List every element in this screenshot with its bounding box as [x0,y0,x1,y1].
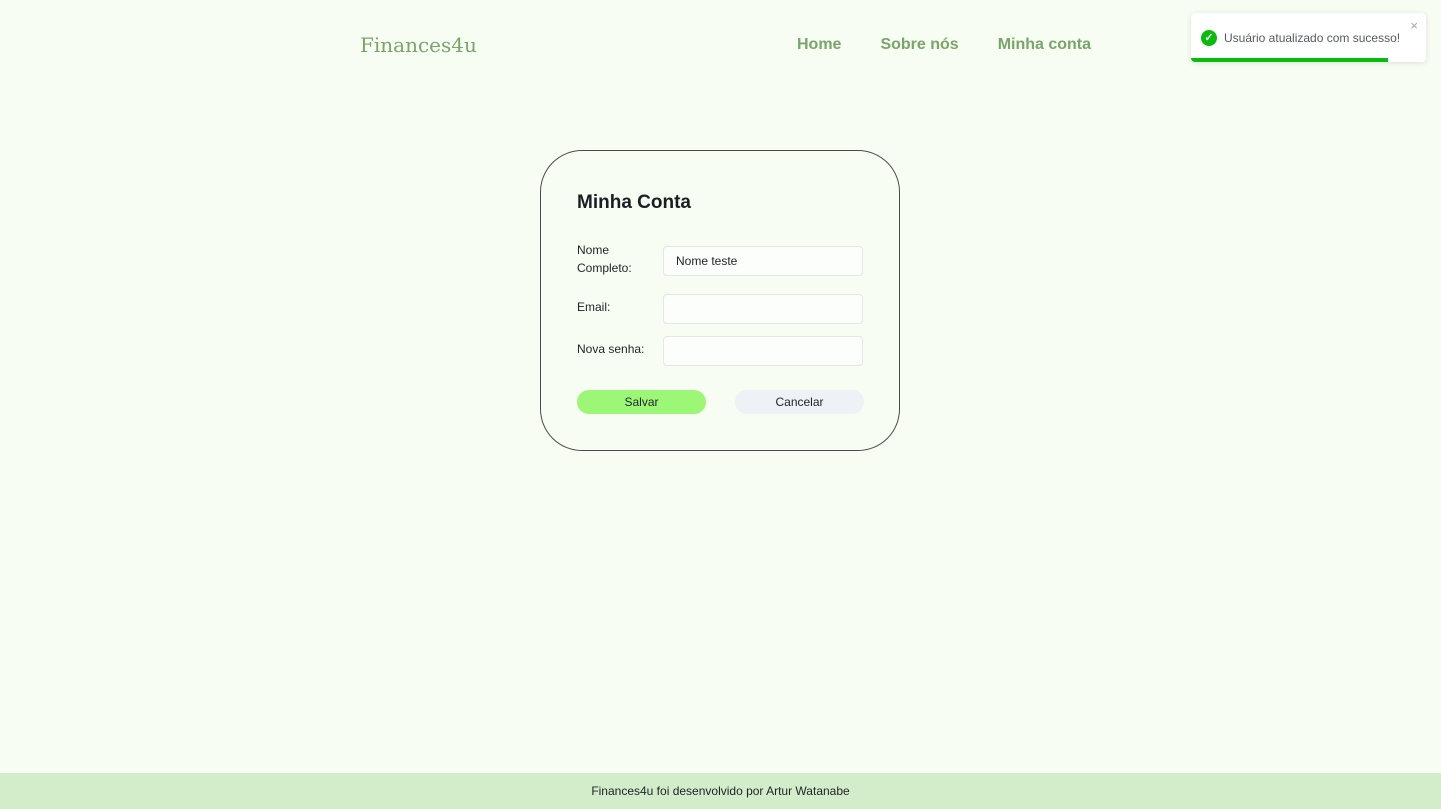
card-title: Minha Conta [577,192,691,213]
site-footer: Finances4u foi desenvolvido por Artur Wa… [0,773,1441,809]
name-label-line1: Nome [577,243,610,257]
main-nav: Home Sobre nós Minha conta [797,36,1091,54]
close-icon[interactable]: × [1410,18,1418,33]
nav-home[interactable]: Home [797,36,841,54]
password-input[interactable] [663,336,863,366]
logo[interactable]: Finances4u [360,33,477,57]
email-row: Email: [577,294,867,324]
nav-minha-conta[interactable]: Minha conta [998,36,1091,54]
nav-sobre-nos[interactable]: Sobre nós [880,36,958,54]
name-input[interactable] [663,246,863,276]
password-label: Nova senha: [577,342,645,356]
name-label-line2: Completo: [577,261,632,275]
save-button[interactable]: Salvar [577,390,706,414]
cancel-button[interactable]: Cancelar [735,390,864,414]
toast-progress-bar [1191,58,1389,62]
email-label: Email: [577,300,611,314]
name-row: Nome Completo: [577,241,867,277]
toast-message: Usuário atualizado com sucesso! [1224,31,1401,45]
check-circle-icon: ✓ [1201,30,1217,46]
success-toast[interactable]: ✓ Usuário atualizado com sucesso! × [1191,13,1426,62]
footer-text: Finances4u foi desenvolvido por Artur Wa… [591,784,850,798]
email-input[interactable] [663,294,863,324]
name-label: Nome Completo: [577,241,657,277]
password-row: Nova senha: [577,336,867,366]
account-card: Minha Conta Nome Completo: Email: Nova s… [540,150,900,451]
